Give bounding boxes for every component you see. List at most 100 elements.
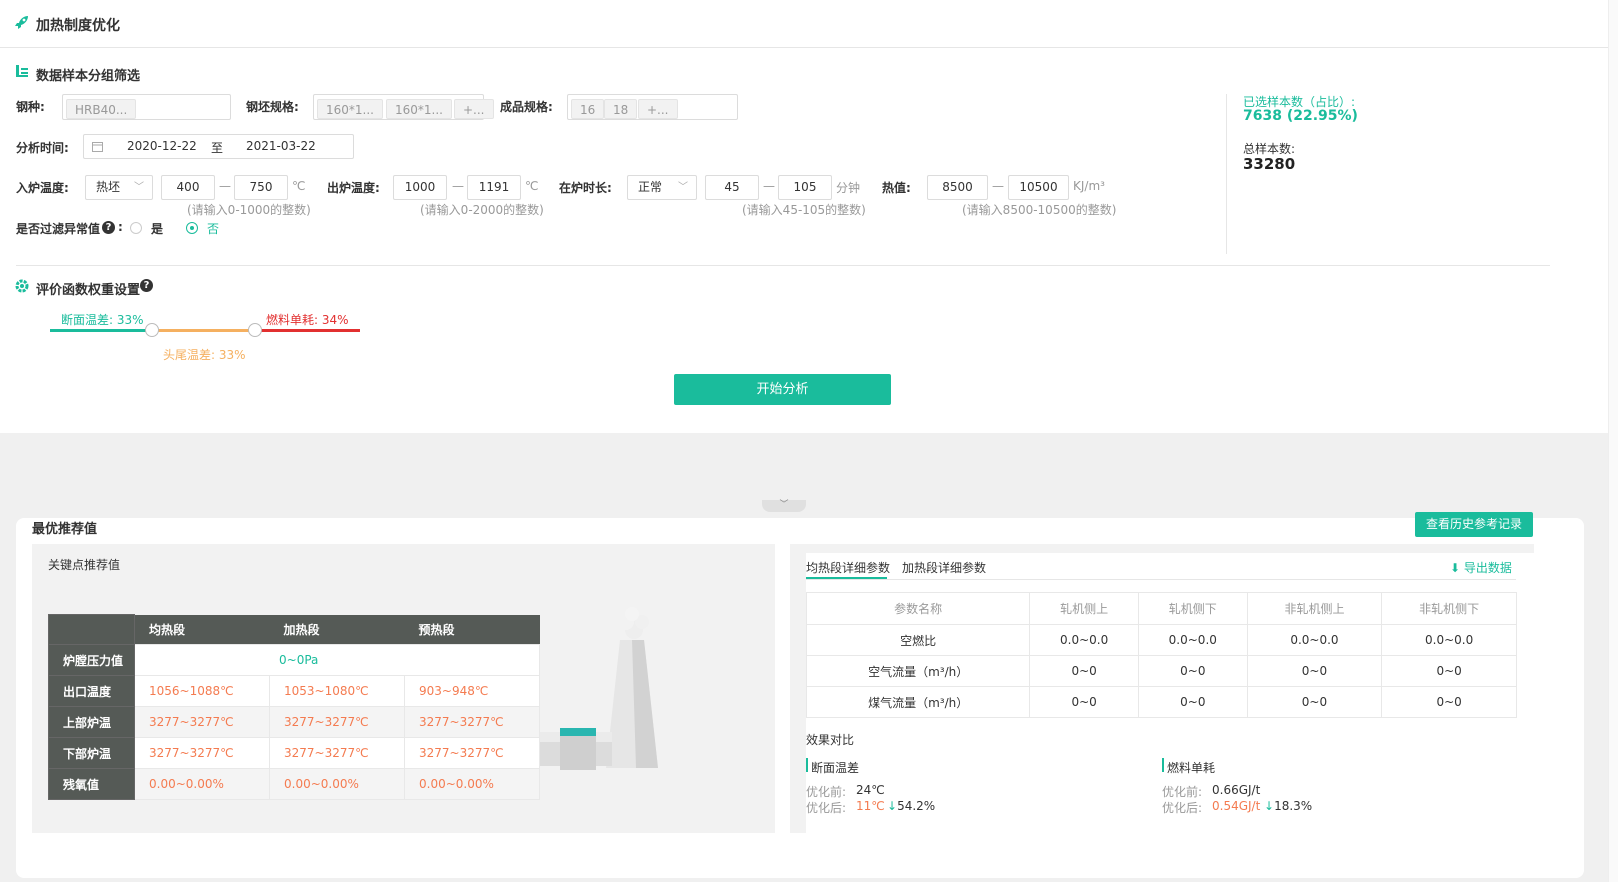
effect-section-temp-title: 断面温差: [811, 761, 860, 775]
range-dash: —: [452, 179, 464, 193]
collapse-toggle[interactable]: ﹀: [762, 500, 806, 512]
heat-label: 热值:: [882, 181, 911, 195]
in-temp-max-input[interactable]: 750: [234, 175, 288, 200]
product-tag[interactable]: 18: [604, 99, 638, 119]
arrow-down-icon: ↓: [1264, 799, 1275, 813]
date-start[interactable]: 2020-12-22: [127, 139, 197, 153]
billet-label: 钢坯规格:: [246, 100, 299, 114]
table-cell: 0~0: [1137, 655, 1248, 687]
outlier-yes-radio[interactable]: [130, 222, 142, 234]
tab-heating-detail[interactable]: 加热段详细参数: [902, 559, 986, 576]
out-temp-min-input[interactable]: 1000: [393, 175, 447, 200]
date-separator: 至: [211, 141, 224, 155]
table-cell: 0~0: [1246, 686, 1383, 718]
weight-section-temp-label: 断面温差: 33%: [61, 313, 144, 327]
steel-tag[interactable]: HRB40...: [66, 99, 137, 119]
product-tag-more[interactable]: +...: [638, 99, 678, 119]
tab-soaking-detail[interactable]: 均热段详细参数: [806, 559, 890, 576]
after-label: 优化后:: [806, 801, 847, 815]
col-header: 预热段: [404, 614, 540, 645]
in-temp-mode-value: 热坯: [96, 180, 121, 194]
arrow-down-icon: ↓: [887, 799, 898, 813]
help-icon[interactable]: ?: [140, 279, 153, 292]
range-dash: —: [763, 179, 775, 193]
col-header: 加热段: [269, 614, 405, 645]
table-cell: 3277~3277℃: [134, 706, 270, 738]
effect-marker: [1162, 758, 1164, 772]
chimney-illustration: [540, 607, 658, 770]
rocket-icon: [15, 16, 28, 29]
duration-max-input[interactable]: 105: [778, 175, 832, 200]
duration-label: 在炉时长:: [559, 181, 612, 195]
duration-mode-select[interactable]: 正常 ﹀: [627, 175, 697, 200]
outlier-yes-label[interactable]: 是: [151, 220, 163, 237]
key-points-title: 关键点推荐值: [48, 558, 121, 572]
outlier-no-label[interactable]: 否: [207, 220, 219, 237]
history-button[interactable]: 查看历史参考记录: [1415, 512, 1533, 537]
date-end[interactable]: 2021-03-22: [246, 139, 316, 153]
date-range-picker[interactable]: 2020-12-22 至 2021-03-22: [83, 134, 354, 159]
out-temp-unit: ℃: [525, 179, 539, 193]
total-samples-value: 33280: [1243, 155, 1296, 173]
filter-section-title: 数据样本分组筛选: [36, 69, 141, 84]
after-label: 优化后:: [1162, 801, 1203, 815]
table-cell: 3277~3277℃: [404, 737, 540, 769]
product-label: 成品规格:: [500, 100, 553, 114]
steel-label: 钢种:: [16, 100, 45, 114]
result-title: 最优推荐值: [32, 522, 98, 537]
product-tag[interactable]: 16: [571, 99, 605, 119]
before-value: 24℃: [856, 783, 885, 797]
in-temp-hint: (请输入0-1000的整数): [187, 203, 311, 217]
col-header: 参数名称: [805, 592, 1031, 625]
table-cell: 0~0: [1381, 655, 1517, 687]
after-value: 11℃: [856, 799, 885, 813]
heat-max-input[interactable]: 10500: [1008, 175, 1069, 200]
billet-tag[interactable]: 160*1...: [317, 99, 383, 119]
out-temp-hint: (请输入0-2000的整数): [420, 203, 544, 217]
scrollbar[interactable]: [1608, 0, 1618, 882]
outlier-label: 是否过滤异常值: [16, 222, 101, 236]
divider: [16, 265, 1550, 266]
effect-title: 效果对比: [806, 733, 855, 747]
delta-value: 54.2%: [897, 799, 936, 813]
table-cell: 0.00~0.00%: [269, 768, 405, 800]
table-cell: 0.00~0.00%: [404, 768, 540, 800]
steel-select[interactable]: HRB40...: [62, 94, 231, 120]
col-header: 轧机侧下: [1137, 592, 1248, 625]
billet-tag[interactable]: 160*1...: [386, 99, 452, 119]
in-temp-mode-select[interactable]: 热坯 ﹀: [85, 175, 153, 200]
top-bar: 加热制度优化: [0, 0, 1618, 48]
outlier-no-radio[interactable]: [186, 222, 198, 234]
weight-bar-headtail: [152, 329, 255, 332]
help-icon[interactable]: ?: [102, 221, 115, 234]
export-button[interactable]: ⬇ 导出数据: [1450, 559, 1512, 576]
col-header: 均热段: [134, 614, 270, 645]
start-analysis-button[interactable]: 开始分析: [674, 374, 891, 405]
weight-slider-handle-2[interactable]: [247, 323, 262, 337]
before-label: 优化前:: [806, 785, 847, 799]
weight-fuel-label: 燃料单耗: 34%: [266, 313, 349, 327]
out-temp-max-input[interactable]: 1191: [467, 175, 521, 200]
tab-divider: [806, 579, 1516, 580]
heat-min-input[interactable]: 8500: [927, 175, 988, 200]
chevron-down-icon: ﹀: [779, 500, 789, 510]
table-cell: 0~0: [1029, 655, 1139, 687]
duration-unit: 分钟: [836, 181, 861, 195]
table-cell: 0~0: [1137, 686, 1248, 718]
param-name: 空燃比: [805, 624, 1031, 656]
in-temp-min-input[interactable]: 400: [161, 175, 215, 200]
effect-fuel-title: 燃料单耗: [1167, 761, 1216, 775]
weight-bar-section-temp: [50, 329, 153, 332]
product-select[interactable]: 16 18 +...: [567, 94, 738, 120]
row-header: 上部炉温: [48, 706, 135, 738]
pressure-value: 0~0Pa: [134, 644, 540, 676]
weights-section-title: 评价函数权重设置: [36, 283, 141, 298]
billet-select[interactable]: 160*1... 160*1... +...: [313, 94, 494, 120]
export-label: 导出数据: [1463, 561, 1512, 575]
table-cell: 3277~3277℃: [134, 737, 270, 769]
duration-min-input[interactable]: 45: [705, 175, 759, 200]
col-header: 非轧机侧下: [1381, 592, 1517, 625]
range-dash: —: [992, 179, 1004, 193]
table-cell: 903~948℃: [404, 675, 540, 707]
billet-tag-more[interactable]: +...: [454, 99, 494, 119]
